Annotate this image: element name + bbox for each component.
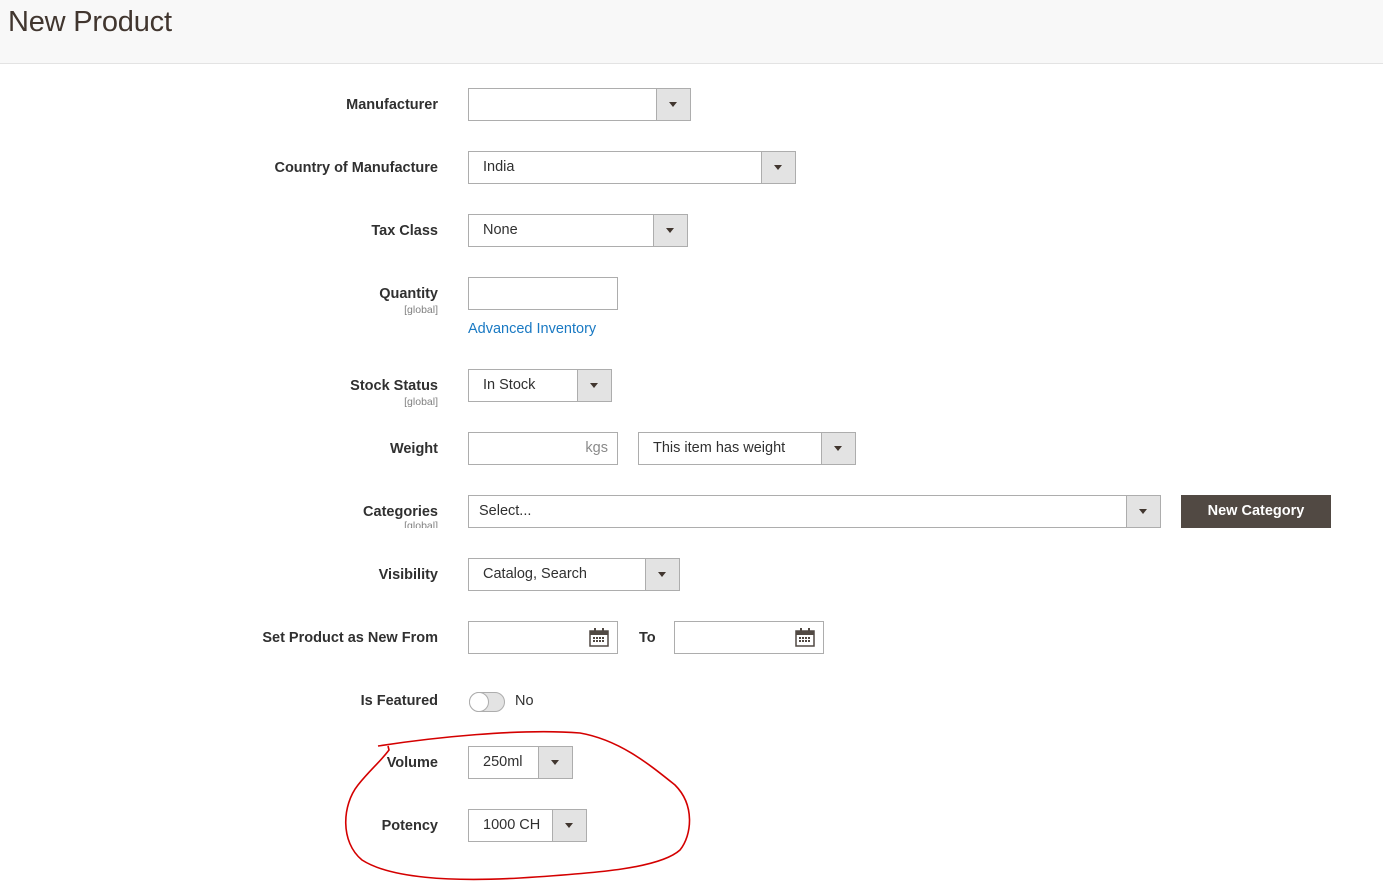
- country-label: Country of Manufacture: [274, 160, 438, 176]
- categories-scope: [global]: [404, 520, 438, 528]
- tax-class-select[interactable]: None: [468, 214, 688, 247]
- weight-label: Weight: [389, 441, 438, 457]
- tax-class-label: Tax Class: [371, 223, 438, 239]
- new-from-label: Set Product as New From: [262, 630, 438, 646]
- new-category-button[interactable]: New Category: [1181, 495, 1331, 528]
- weight-input[interactable]: kgs: [468, 432, 618, 465]
- advanced-inventory-link[interactable]: Advanced Inventory: [468, 321, 596, 337]
- volume-value: 250ml: [483, 754, 523, 770]
- chevron-down-icon: [658, 572, 666, 577]
- categories-placeholder: Select...: [479, 503, 532, 519]
- manufacturer-label: Manufacturer: [346, 97, 438, 113]
- country-value: India: [483, 159, 515, 175]
- chevron-down-icon: [666, 228, 674, 233]
- quantity-input[interactable]: [468, 277, 618, 310]
- chevron-down-icon: [834, 446, 842, 451]
- chevron-down-icon: [551, 760, 559, 765]
- country-dropdown-toggle[interactable]: [761, 152, 795, 183]
- chevron-down-icon: [1139, 509, 1147, 514]
- chevron-down-icon: [565, 823, 573, 828]
- categories-label: Categories: [363, 504, 438, 520]
- new-from-date-input[interactable]: [468, 621, 618, 654]
- chevron-down-icon: [669, 102, 677, 107]
- potency-label: Potency: [381, 818, 438, 834]
- stock-status-dropdown-toggle[interactable]: [577, 370, 611, 401]
- manufacturer-dropdown-toggle[interactable]: [656, 89, 690, 120]
- page-title: New Product: [8, 6, 172, 38]
- visibility-select[interactable]: Catalog, Search: [468, 558, 680, 591]
- chevron-down-icon: [590, 383, 598, 388]
- stock-status-select[interactable]: In Stock: [468, 369, 612, 402]
- categories-dropdown-toggle[interactable]: [1126, 496, 1160, 527]
- new-to-date-input[interactable]: [674, 621, 824, 654]
- visibility-value: Catalog, Search: [483, 566, 587, 582]
- toggle-knob: [469, 692, 489, 712]
- manufacturer-select[interactable]: [468, 88, 691, 121]
- is-featured-toggle[interactable]: [469, 692, 505, 712]
- stock-status-value: In Stock: [483, 377, 536, 393]
- stock-status-label: Stock Status: [350, 378, 438, 394]
- quantity-scope: [global]: [404, 304, 438, 316]
- country-select[interactable]: India: [468, 151, 796, 184]
- weight-unit: kgs: [585, 440, 608, 456]
- chevron-down-icon: [774, 165, 782, 170]
- quantity-label: Quantity: [379, 286, 438, 302]
- potency-select[interactable]: 1000 CH: [468, 809, 587, 842]
- potency-dropdown-toggle[interactable]: [552, 810, 586, 841]
- stock-status-scope: [global]: [404, 396, 438, 408]
- weight-type-dropdown-toggle[interactable]: [821, 433, 855, 464]
- visibility-dropdown-toggle[interactable]: [645, 559, 679, 590]
- categories-select[interactable]: Select...: [468, 495, 1161, 528]
- volume-dropdown-toggle[interactable]: [538, 747, 572, 778]
- is-featured-label: Is Featured: [360, 693, 438, 709]
- volume-select[interactable]: 250ml: [468, 746, 573, 779]
- tax-class-value: None: [483, 222, 518, 238]
- visibility-label: Visibility: [378, 567, 438, 583]
- calendar-icon[interactable]: [795, 628, 815, 647]
- weight-type-select[interactable]: This item has weight: [638, 432, 856, 465]
- calendar-icon[interactable]: [589, 628, 609, 647]
- new-to-label: To: [639, 630, 656, 646]
- potency-value: 1000 CH: [483, 817, 541, 833]
- tax-class-dropdown-toggle[interactable]: [653, 215, 687, 246]
- volume-label: Volume: [386, 755, 438, 771]
- page-header: New Product: [0, 0, 1383, 64]
- weight-type-value: This item has weight: [653, 440, 786, 456]
- is-featured-state: No: [515, 693, 534, 709]
